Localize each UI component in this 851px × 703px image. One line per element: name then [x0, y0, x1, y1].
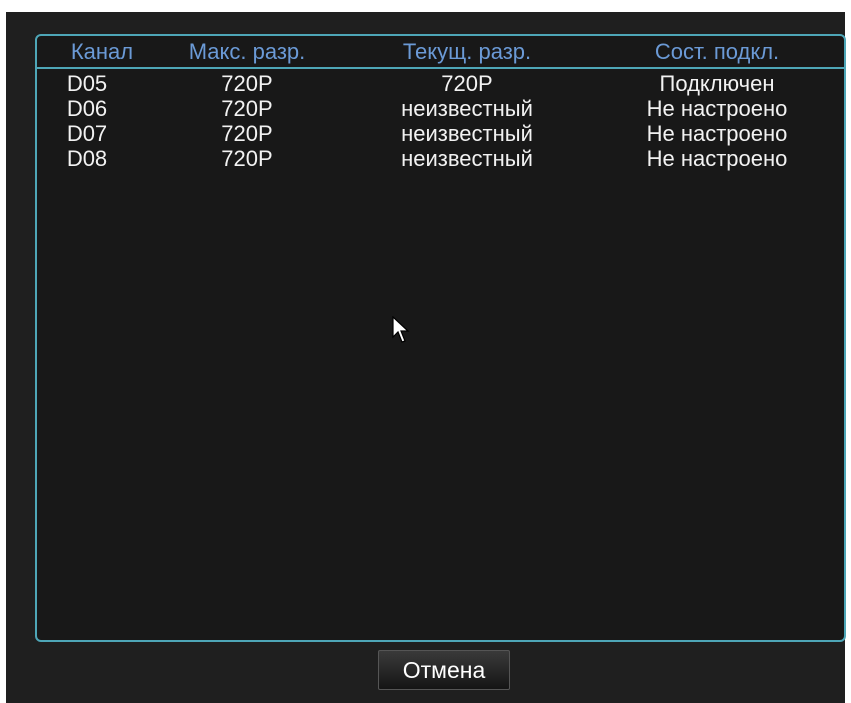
cell-connection-status: Не настроено	[646, 96, 788, 121]
channel-status-dialog: Канал Макс. разр. Текущ. разр. Сост. под…	[6, 12, 846, 703]
header-max-resolution: Макс. разр.	[188, 39, 306, 64]
cell-connection-status: Подключен	[659, 71, 775, 96]
header-current-resolution: Текущ. разр.	[402, 39, 532, 64]
cell-current-resolution: неизвестный	[401, 121, 533, 146]
cell-max-resolution: 720P	[221, 71, 273, 96]
header-connection-status: Сост. подкл.	[654, 39, 780, 64]
header-channel: Канал	[70, 39, 134, 64]
table-row[interactable]: D08 720P неизвестный Не настроено	[37, 147, 844, 171]
table-row[interactable]: D06 720P неизвестный Не настроено	[37, 97, 844, 121]
mouse-pointer-icon	[392, 316, 410, 343]
cell-connection-status: Не настроено	[646, 121, 788, 146]
channel-table: Канал Макс. разр. Текущ. разр. Сост. под…	[35, 34, 846, 642]
cell-channel: D06	[66, 96, 108, 121]
cell-max-resolution: 720P	[221, 96, 273, 121]
cell-current-resolution: 720P	[441, 71, 493, 96]
cell-current-resolution: неизвестный	[401, 96, 533, 121]
cell-current-resolution: неизвестный	[401, 146, 533, 171]
cancel-button[interactable]: Отмена	[378, 650, 510, 690]
table-header: Канал Макс. разр. Текущ. разр. Сост. под…	[37, 36, 844, 69]
cell-channel: D05	[66, 71, 108, 96]
cell-channel: D07	[66, 121, 108, 146]
cell-max-resolution: 720P	[221, 121, 273, 146]
cell-channel: D08	[66, 146, 108, 171]
table-row[interactable]: D05 720P 720P Подключен	[37, 72, 844, 96]
cell-max-resolution: 720P	[221, 146, 273, 171]
table-row[interactable]: D07 720P неизвестный Не настроено	[37, 122, 844, 146]
cell-connection-status: Не настроено	[646, 146, 788, 171]
